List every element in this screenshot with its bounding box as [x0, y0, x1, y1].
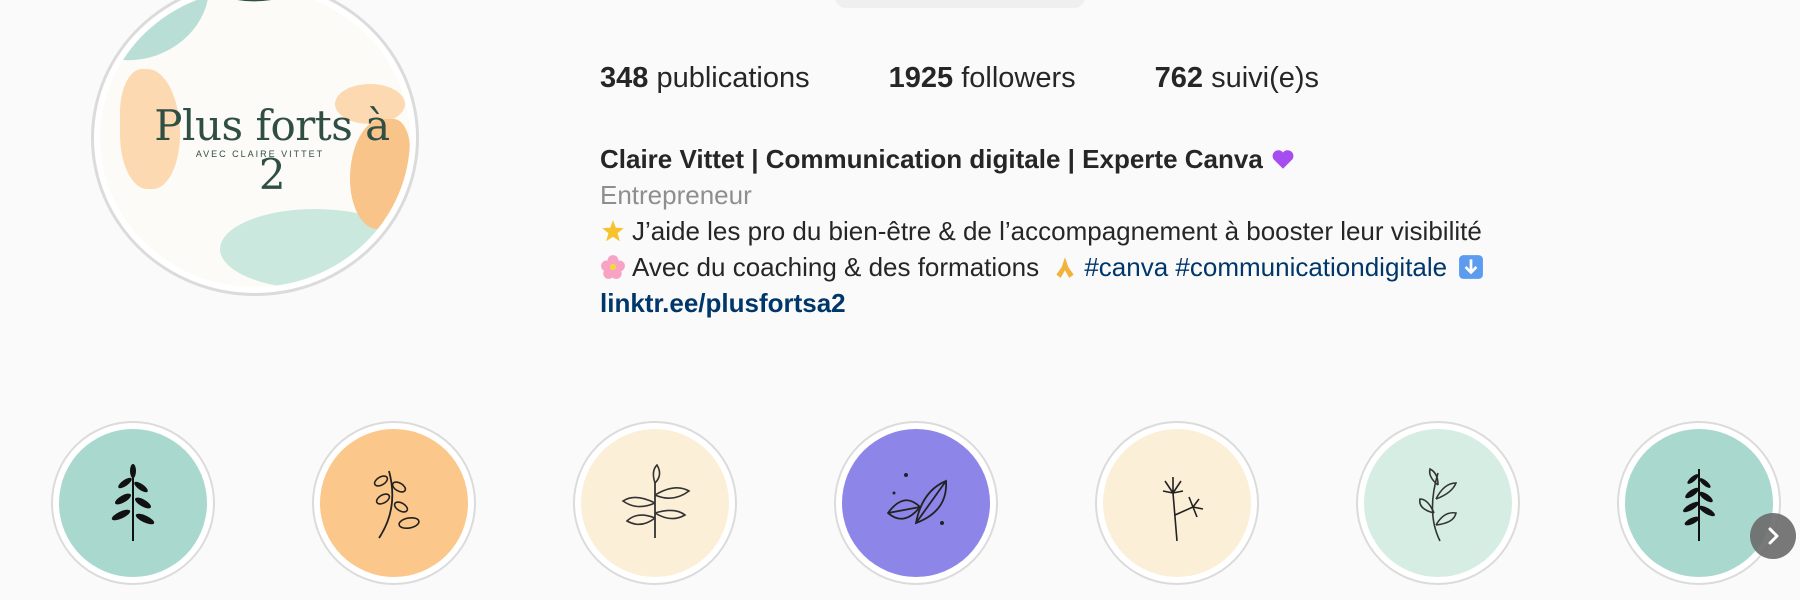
- leaf-sprig-icon: [111, 464, 155, 541]
- dandelion-icon: [1162, 477, 1204, 542]
- top-navigation-pill: [835, 0, 1085, 8]
- leaf-branch-icon: [373, 470, 420, 539]
- curly-branch-icon: [1418, 467, 1458, 542]
- external-link[interactable]: linktr.ee/plusfortsa2: [600, 288, 846, 318]
- hashtag-canva-link[interactable]: #canva: [1084, 252, 1168, 282]
- avatar-logo-image: Plus forts à 2 AVEC CLAIRE VITTET: [100, 0, 410, 287]
- purple-heart-icon: [1272, 150, 1294, 169]
- bio-line-2: Avec du coaching & des formations #canva…: [600, 249, 1490, 285]
- highlight-2-cover: [320, 429, 468, 577]
- highlights-next-button[interactable]: [1750, 513, 1796, 559]
- highlight-4-cover: [842, 429, 990, 577]
- following-label: suivi(e)s: [1211, 62, 1320, 94]
- bio-line-1: J’aide les pro du bien-être & de l’accom…: [600, 213, 1490, 249]
- bio-link-line: linktr.ee/plusfortsa2: [600, 285, 1490, 321]
- posts-stat: 348 publications: [600, 62, 810, 95]
- posts-label: publications: [656, 62, 810, 94]
- folded-hands-icon: [1056, 257, 1074, 278]
- highlight-item-6[interactable]: [1356, 421, 1520, 585]
- highlight-item-2[interactable]: [312, 421, 476, 585]
- two-leaves-icon: [886, 473, 947, 525]
- chevron-right-icon: [1768, 527, 1779, 545]
- highlight-3-cover: [581, 429, 729, 577]
- olive-leaves-icon: [621, 463, 691, 538]
- profile-name-line: Claire Vittet | Communication digitale |…: [600, 141, 1490, 177]
- highlight-item-1[interactable]: [51, 421, 215, 585]
- bio-line-1-text: J’aide les pro du bien-être & de l’accom…: [632, 216, 1482, 246]
- highlight-6-cover: [1364, 429, 1512, 577]
- fern-sprig-icon: [1683, 469, 1715, 541]
- bio-line-2-text: Avec du coaching & des formations: [632, 252, 1040, 282]
- followers-count: 1925: [888, 62, 954, 94]
- followers-stat[interactable]: 1925 followers: [889, 62, 1076, 95]
- following-count: 762: [1154, 62, 1204, 94]
- avatar-swirl-icon: [237, 0, 271, 2]
- profile-bio: Claire Vittet | Communication digitale |…: [600, 141, 1490, 321]
- profile-stats: 348 publications 1925 followers 762 suiv…: [600, 62, 1398, 95]
- profile-name: Claire Vittet | Communication digitale |…: [600, 144, 1263, 174]
- avatar-logo-subtitle: AVEC CLAIRE VITTET: [195, 149, 325, 159]
- posts-count: 348: [600, 62, 649, 94]
- story-highlights: [51, 421, 1800, 591]
- hashtag-communicationdigitale-link[interactable]: #communicationdigitale: [1175, 252, 1447, 282]
- highlight-item-7[interactable]: [1617, 421, 1781, 585]
- highlight-5-cover: [1103, 429, 1251, 577]
- highlight-7-cover: [1625, 429, 1773, 577]
- highlight-1-cover: [59, 429, 207, 577]
- followers-label: followers: [961, 62, 1076, 94]
- profile-category: Entrepreneur: [600, 180, 752, 210]
- following-stat[interactable]: 762 suivi(e)s: [1155, 62, 1319, 95]
- highlight-item-5[interactable]: [1095, 421, 1259, 585]
- glowing-star-icon: [602, 220, 624, 242]
- highlight-item-3[interactable]: [573, 421, 737, 585]
- cherry-blossom-icon: [601, 255, 625, 279]
- down-arrow-icon: [1459, 255, 1484, 279]
- highlight-item-4[interactable]: [834, 421, 998, 585]
- profile-avatar[interactable]: Plus forts à 2 AVEC CLAIRE VITTET: [91, 0, 419, 296]
